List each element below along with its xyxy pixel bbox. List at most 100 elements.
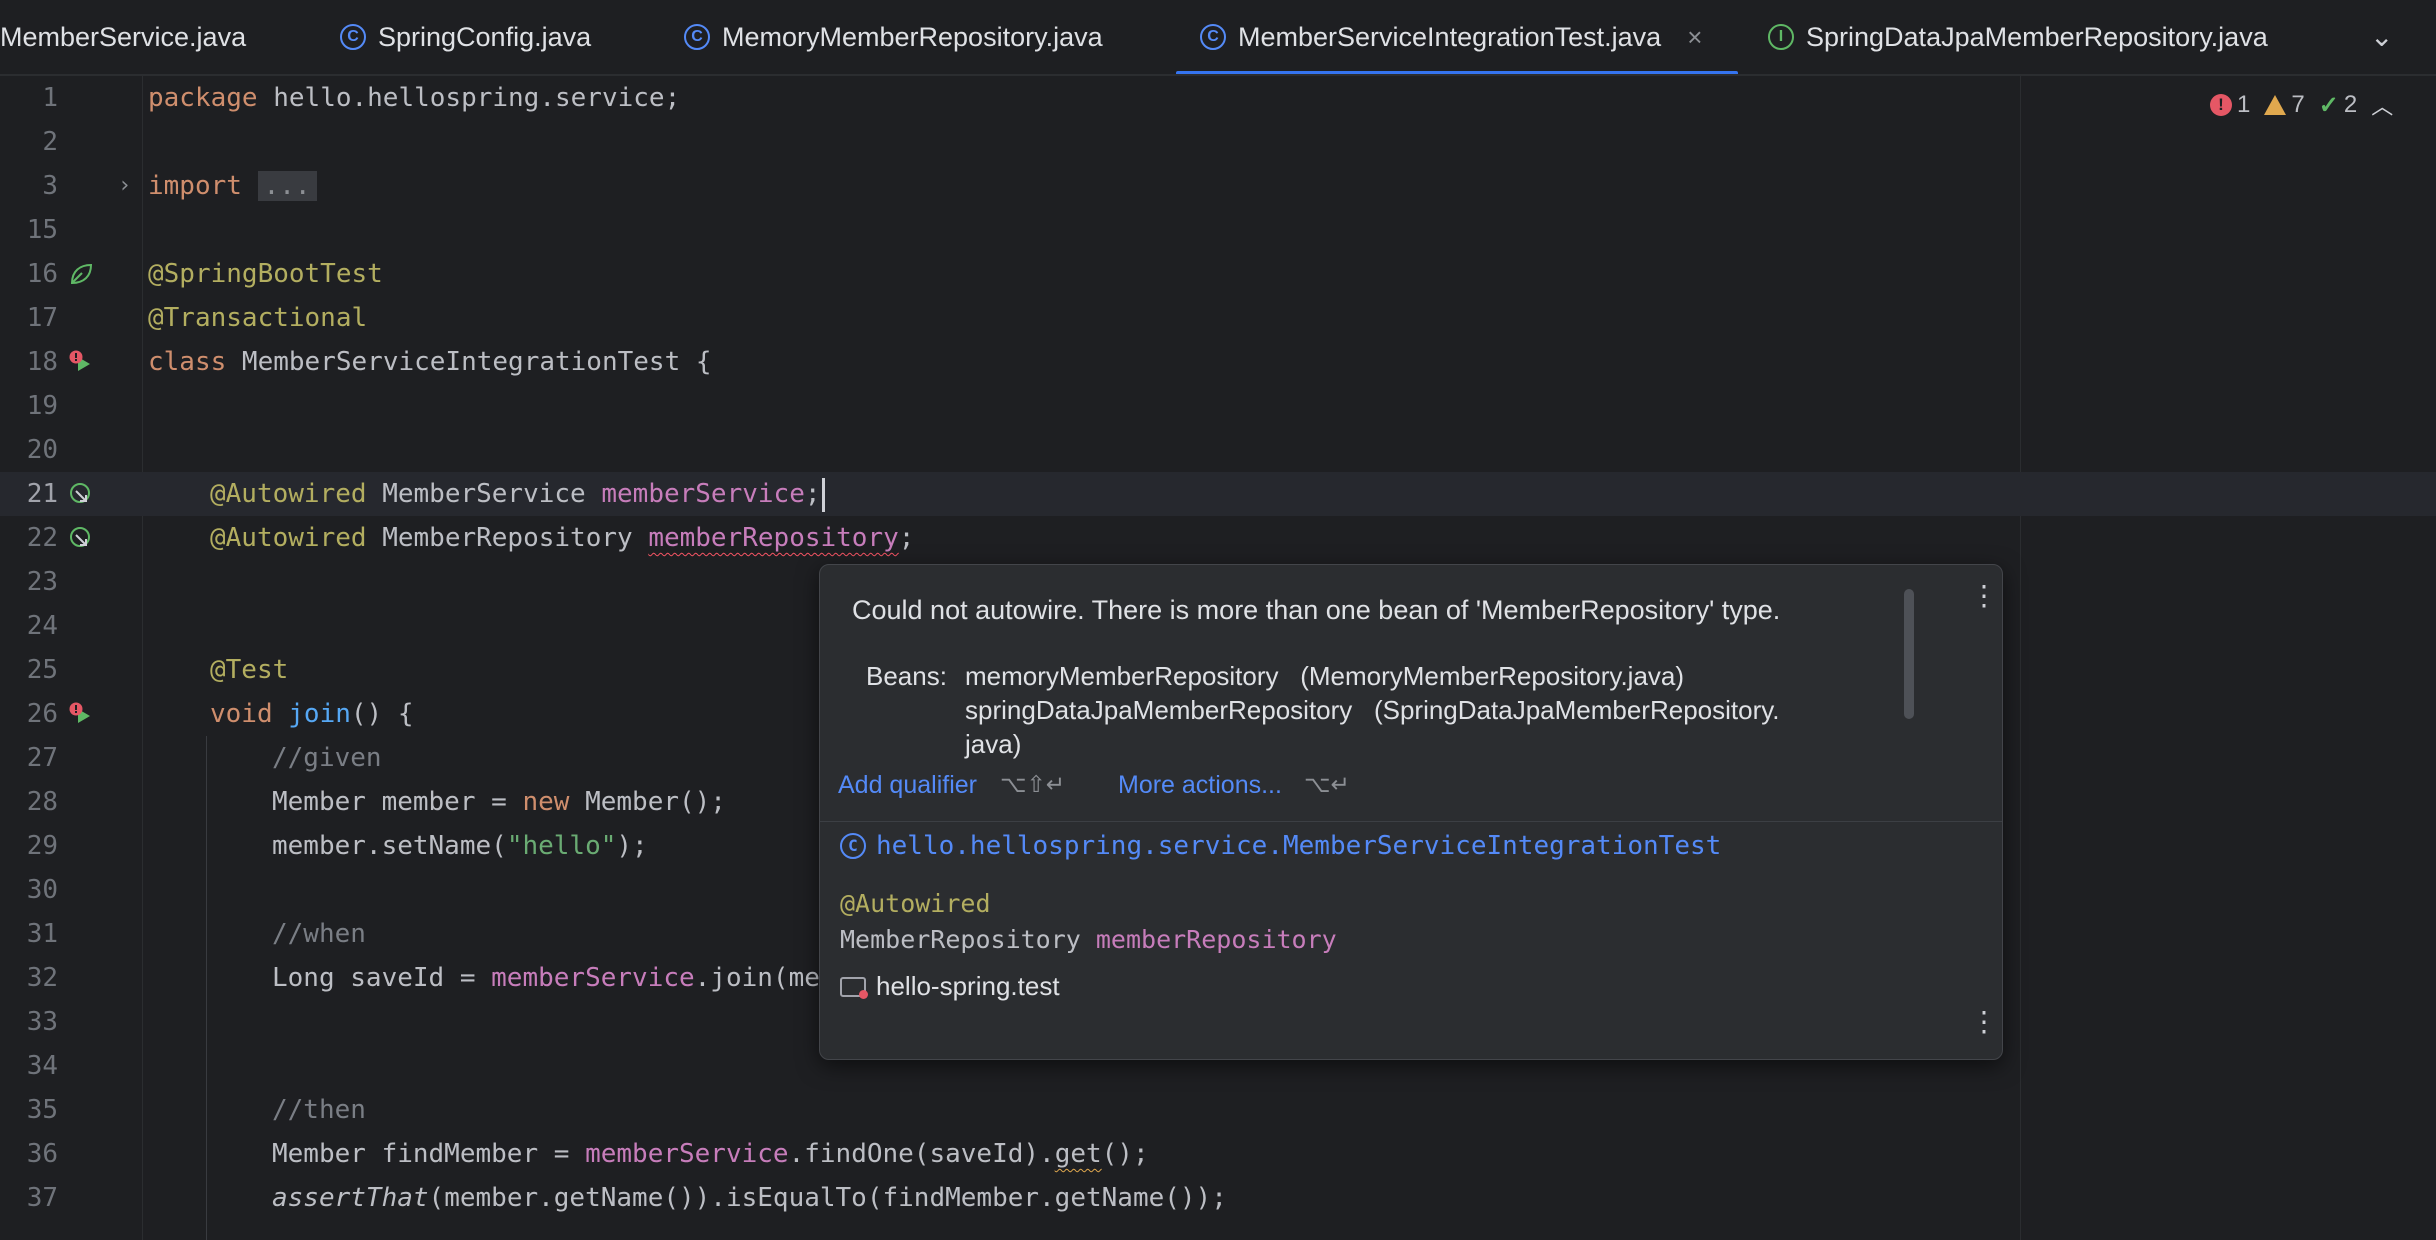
- more-actions-link[interactable]: More actions...: [1118, 771, 1282, 800]
- class-icon: C: [840, 833, 866, 859]
- code-text: Member();: [569, 787, 726, 817]
- autowired-navigate-icon[interactable]: [68, 525, 94, 551]
- annotation: @Autowired: [210, 479, 367, 509]
- type-name: MemberRepository: [840, 925, 1096, 954]
- annotation: @Transactional: [148, 303, 368, 333]
- line-number: 30: [26, 875, 58, 905]
- editor-tab-bar: MemberService.java C SpringConfig.java C…: [0, 0, 2436, 76]
- keyword: import: [148, 171, 242, 201]
- semicolon: ;: [804, 479, 821, 509]
- declaration-annotation: @Autowired: [840, 889, 991, 918]
- line-number: 16: [26, 259, 58, 289]
- type-name: MemberService: [366, 479, 602, 509]
- class-icon: C: [340, 24, 366, 50]
- fold-chevron-icon[interactable]: ›: [118, 164, 131, 208]
- package-name: hello.hellospring.service;: [257, 83, 681, 113]
- type-name: MemberRepository: [366, 523, 649, 553]
- autowired-navigate-icon[interactable]: [68, 481, 94, 507]
- bean-entry: memoryMemberRepository (MemoryMemberRepo…: [965, 661, 1685, 691]
- line-number: 36: [26, 1139, 58, 1169]
- line-number: 35: [26, 1095, 58, 1125]
- check-icon: ✓: [2318, 91, 2339, 119]
- annotation: @Autowired: [840, 889, 991, 918]
- field-name: memberService: [585, 1139, 789, 1169]
- line-number: 25: [26, 655, 58, 685]
- line-number: 21: [26, 479, 58, 509]
- text-caret: [821, 477, 825, 512]
- field-name: memberService: [491, 963, 695, 993]
- beans-label: Beans:: [866, 661, 947, 691]
- close-icon[interactable]: ×: [1687, 1, 1702, 73]
- error-message: Could not autowire. There is more than o…: [852, 595, 1781, 625]
- code-line: 1 package hello.hellospring.service;: [0, 76, 2436, 120]
- static-method-call: assertThat: [272, 1183, 429, 1213]
- folder-icon: [840, 976, 868, 999]
- code-line: 18 class MemberServiceIntegrationTest {: [0, 340, 2436, 384]
- line-number: 22: [26, 523, 58, 553]
- weak-warnings-value: 2: [2343, 91, 2358, 118]
- field-name-error[interactable]: memberRepository: [648, 523, 898, 553]
- class-icon: C: [684, 24, 710, 50]
- class-declaration: MemberServiceIntegrationTest {: [226, 347, 712, 377]
- comment: //given: [272, 743, 382, 773]
- line-number: 17: [26, 303, 58, 333]
- class-fqn-text: hello.hellospring.service.MemberServiceI…: [876, 831, 1722, 861]
- method-signature: () {: [350, 699, 414, 729]
- more-tabs-kebab-icon[interactable]: ⋮: [2424, 0, 2436, 74]
- bean-entry: springDataJpaMemberRepository (SpringDat…: [965, 695, 1780, 725]
- annotation: @Autowired: [210, 523, 367, 553]
- interface-icon: I: [1768, 24, 1794, 50]
- annotation: @SpringBootTest: [148, 259, 383, 289]
- line-number: 27: [26, 743, 58, 773]
- tab-springdatajpamemberrepository[interactable]: I SpringDataJpaMemberRepository.java: [1768, 0, 2268, 74]
- tab-memorymemberrepository[interactable]: C MemoryMemberRepository.java: [684, 0, 1103, 74]
- weak-warnings-count[interactable]: ✓ 2: [2319, 91, 2357, 120]
- warnings-value: 7: [2291, 91, 2305, 118]
- line-number: 26: [26, 699, 58, 729]
- line-number: 32: [26, 963, 58, 993]
- tab-label: SpringConfig.java: [378, 22, 592, 52]
- run-test-error-icon[interactable]: [68, 349, 94, 375]
- more-actions-shortcut: ⌥↵: [1304, 771, 1350, 797]
- class-icon: C: [1200, 24, 1226, 50]
- code-line-current: 21 @Autowired MemberService memberServic…: [0, 472, 2436, 516]
- code-line: 20: [0, 428, 2436, 472]
- tab-label: MemberServiceIntegrationTest.java: [1238, 22, 1662, 52]
- divider: [820, 821, 2002, 822]
- popup-menu-kebab-icon[interactable]: ⋮: [1970, 1005, 1998, 1038]
- inspection-widget[interactable]: ! 1 7 ✓ 2 ︿: [2210, 90, 2393, 120]
- chevron-down-icon[interactable]: ⌄: [2370, 0, 2393, 74]
- popup-scrollbar[interactable]: [1904, 589, 1914, 719]
- line-number: 29: [26, 831, 58, 861]
- method-name: join: [288, 699, 351, 729]
- errors-count[interactable]: ! 1: [2210, 91, 2250, 119]
- code-line: 19: [0, 384, 2436, 428]
- code-text: ();: [1101, 1139, 1149, 1169]
- folded-imports[interactable]: ...: [257, 171, 317, 201]
- code-text: Member member =: [272, 787, 523, 817]
- code-text: .findOne(saveId).: [788, 1139, 1055, 1169]
- tab-memberserviceintegrationtest[interactable]: C MemberServiceIntegrationTest.java ×: [1175, 0, 1739, 74]
- tab-springconfig[interactable]: C SpringConfig.java: [340, 0, 591, 74]
- field-name: memberService: [601, 479, 805, 509]
- add-qualifier-link[interactable]: Add qualifier: [838, 771, 977, 800]
- popup-menu-kebab-icon[interactable]: ⋮: [1970, 579, 1998, 612]
- warning-icon: [2264, 95, 2287, 115]
- run-test-error-icon[interactable]: [68, 701, 94, 727]
- string-literal: "hello": [506, 831, 617, 861]
- comment: //then: [272, 1095, 366, 1125]
- line-number: 2: [42, 127, 58, 157]
- method-call-warning[interactable]: get: [1055, 1139, 1102, 1169]
- warnings-count[interactable]: 7: [2264, 91, 2305, 119]
- line-number: 1: [42, 83, 58, 113]
- code-text: (member.getName()).isEqualTo(findMember.…: [428, 1183, 1227, 1213]
- tab-label: MemoryMemberRepository.java: [722, 22, 1103, 52]
- tab-memberservice[interactable]: MemberService.java: [0, 0, 246, 74]
- chevron-up-icon[interactable]: ︿: [2371, 89, 2393, 121]
- line-number: 3: [42, 171, 58, 201]
- class-fqn-link[interactable]: C hello.hellospring.service.MemberServic…: [840, 831, 1721, 861]
- annotation: @Test: [210, 655, 289, 685]
- keyword: class: [148, 347, 227, 377]
- add-qualifier-shortcut: ⌥⇧↵: [1000, 771, 1066, 797]
- spring-leaf-icon[interactable]: [68, 261, 94, 287]
